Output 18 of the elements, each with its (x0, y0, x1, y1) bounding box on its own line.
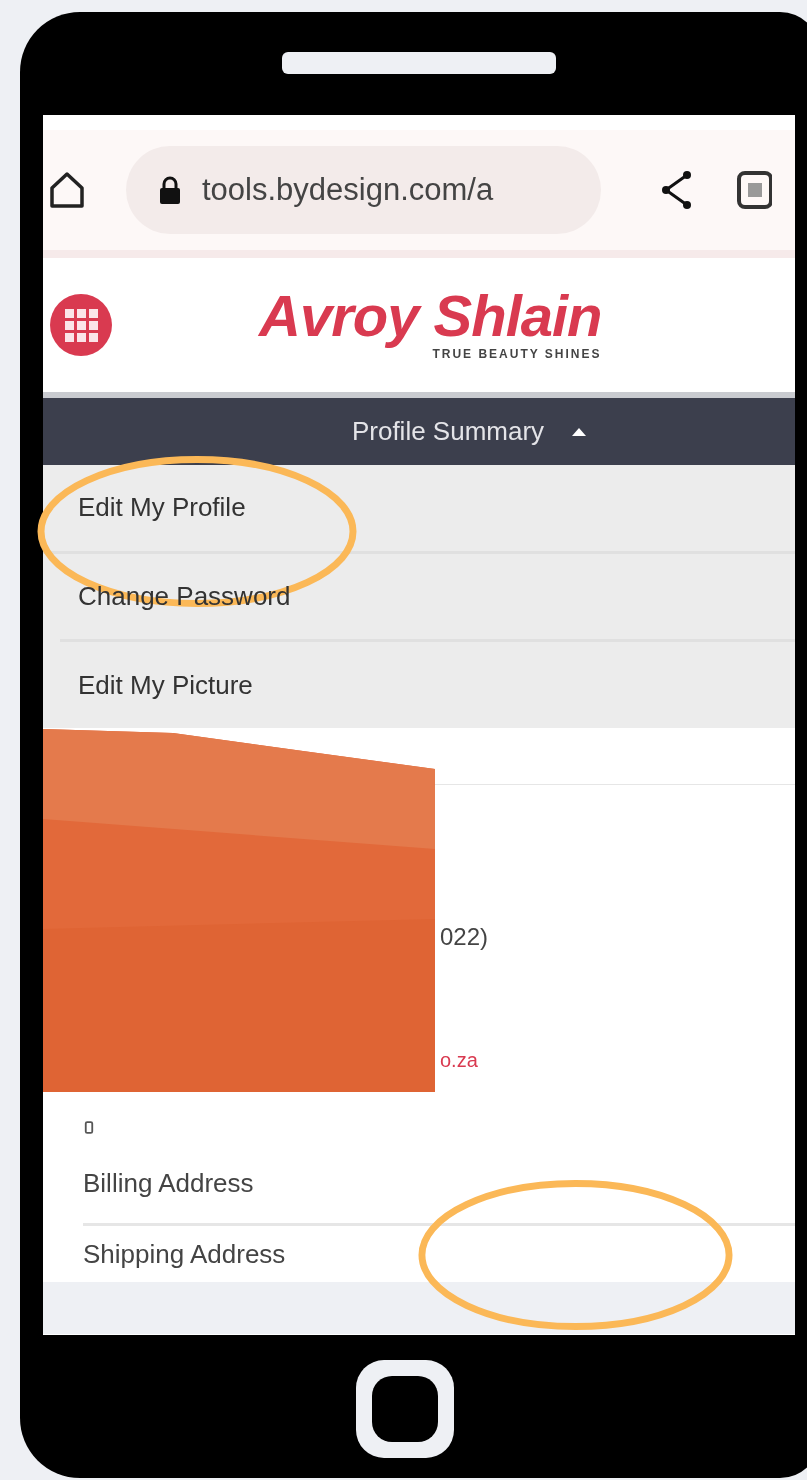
menu-item[interactable]: Edit My Profile (78, 488, 246, 528)
email-link[interactable]: o.za (440, 1045, 795, 1075)
address-link[interactable]: Billing Address (83, 1164, 254, 1203)
url-text: tools.bydesign.com/a (202, 170, 494, 209)
home-icon[interactable] (49, 171, 85, 209)
logo-tagline: TRUE BEAUTY SHINES (432, 346, 602, 363)
address-link[interactable]: Shipping Address (83, 1234, 286, 1274)
menu-item[interactable]: Edit My Picture (78, 665, 253, 705)
home-button[interactable] (356, 1360, 454, 1458)
caret-up-icon (572, 427, 587, 436)
profile-text: 022) (440, 922, 490, 952)
phone-icon (83, 1121, 95, 1134)
grid-menu-icon[interactable] (50, 294, 112, 356)
lock-icon (158, 175, 182, 205)
profile-summary-bar[interactable]: Profile Summary (43, 398, 795, 465)
tabs-icon[interactable] (736, 170, 772, 210)
url-field[interactable]: tools.bydesign.com/a (126, 146, 601, 234)
share-icon[interactable] (661, 170, 693, 210)
